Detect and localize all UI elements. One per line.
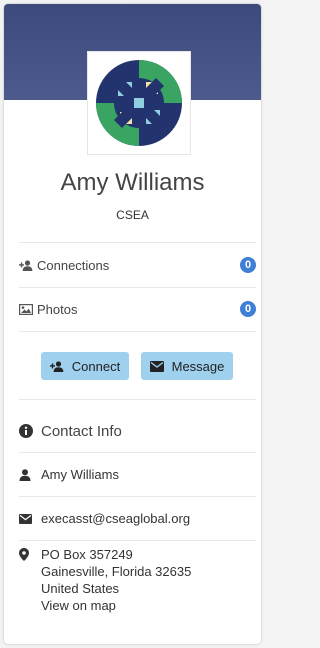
message-button[interactable]: Message bbox=[141, 352, 233, 380]
contact-address: PO Box 357249 Gainesville, Florida 32635… bbox=[19, 546, 256, 614]
connect-button[interactable]: Connect bbox=[41, 352, 129, 380]
info-icon bbox=[19, 424, 41, 438]
user-icon bbox=[19, 468, 41, 481]
address-line-1: PO Box 357249 bbox=[41, 547, 133, 562]
contact-email[interactable]: execasst@cseaglobal.org bbox=[41, 511, 190, 526]
address-country: United States bbox=[41, 581, 120, 596]
profile-card: Amy Williams CSEA Connections 0 Photos 0 bbox=[4, 4, 261, 644]
contact-name: Amy Williams bbox=[41, 467, 119, 482]
contact-name-row: Amy Williams bbox=[19, 453, 256, 497]
profile-actions: Connect Message bbox=[19, 336, 256, 400]
envelope-icon bbox=[149, 360, 164, 372]
user-plus-icon bbox=[49, 360, 64, 372]
user-plus-icon bbox=[19, 259, 37, 271]
map-marker-icon bbox=[19, 546, 41, 561]
profile-organization: CSEA bbox=[116, 208, 149, 222]
photos-count-badge: 0 bbox=[240, 301, 256, 317]
profile-avatar bbox=[87, 51, 191, 155]
photos-row[interactable]: Photos 0 bbox=[19, 287, 256, 332]
address-line-2: Gainesville, Florida 32635 bbox=[41, 564, 192, 579]
photos-label: Photos bbox=[37, 301, 78, 317]
connections-count-badge: 0 bbox=[240, 257, 256, 273]
connect-button-label: Connect bbox=[71, 358, 121, 374]
envelope-icon bbox=[19, 513, 41, 524]
contact-email-row: execasst@cseaglobal.org bbox=[19, 497, 256, 541]
connections-row[interactable]: Connections 0 bbox=[19, 242, 256, 288]
view-on-map-link[interactable]: View on map bbox=[41, 597, 191, 614]
organization-logo bbox=[96, 60, 182, 146]
address-lines: PO Box 357249 Gainesville, Florida 32635… bbox=[41, 546, 191, 614]
contact-info-title: Contact Info bbox=[41, 422, 122, 440]
message-button-label: Message bbox=[171, 358, 225, 374]
profile-name: Amy Williams bbox=[60, 169, 205, 196]
connections-label: Connections bbox=[37, 257, 110, 273]
contact-info-heading: Contact Info bbox=[19, 410, 256, 453]
image-icon bbox=[19, 303, 37, 315]
